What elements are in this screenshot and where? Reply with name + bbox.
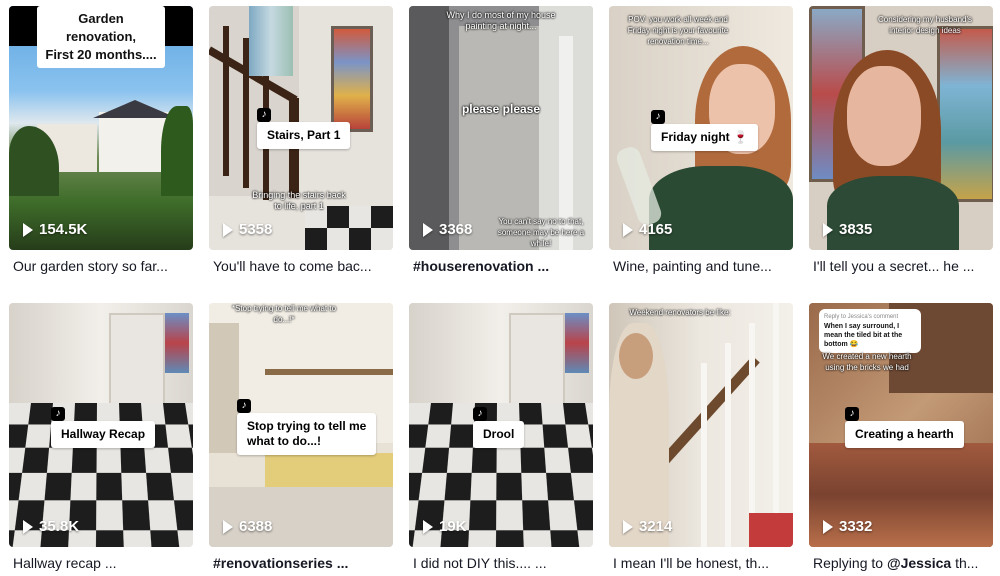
video-banner: Stop trying to tell me what to do...! <box>237 413 377 455</box>
video-caption[interactable]: Wine, painting and tune... <box>613 258 793 274</box>
video-thumbnail[interactable]: ♪ Stairs, Part 1 Bringing the stairs bac… <box>209 6 393 250</box>
video-banner: Friday night 🍷 <box>651 124 758 151</box>
video-overlay-title: Garden renovation, First 20 months.... <box>37 6 165 68</box>
view-count: 3332 <box>823 518 872 535</box>
video-caption[interactable]: Hallway recap ... <box>13 555 193 571</box>
play-icon <box>223 519 233 534</box>
view-count: 4165 <box>623 221 672 238</box>
video-thumbnail[interactable]: Weekend renovators be like: 3214 <box>609 303 793 547</box>
view-count: 19K <box>423 518 467 535</box>
video-mid-text: please please <box>461 102 541 116</box>
video-card-3[interactable]: Why I do most of my house painting at ni… <box>409 6 593 274</box>
tiktok-icon: ♪ <box>651 110 665 124</box>
video-top-text: *Stop trying to tell me what to do...!* <box>231 304 337 324</box>
view-count: 3214 <box>623 518 672 535</box>
video-banner: Hallway Recap <box>51 421 156 448</box>
video-card-6[interactable]: ♪ Hallway Recap 35.8K Hallway recap ... <box>9 303 193 571</box>
tiktok-icon: ♪ <box>845 407 859 421</box>
view-count: 3835 <box>823 221 872 238</box>
view-count: 154.5K <box>23 221 87 238</box>
video-overlay-text: We created a new hearth using the bricks… <box>822 352 912 372</box>
view-count: 35.8K <box>23 518 79 535</box>
video-subtext: Bringing the stairs back to life, part 1 <box>252 190 346 211</box>
video-thumbnail[interactable]: *Stop trying to tell me what to do...!* … <box>209 303 393 547</box>
video-card-5[interactable]: Considering my husband's interior design… <box>809 6 993 274</box>
reply-title: Reply to Jessica's comment <box>824 314 899 320</box>
video-thumbnail[interactable]: Why I do most of my house painting at ni… <box>409 6 593 250</box>
play-icon <box>223 222 233 237</box>
video-card-7[interactable]: *Stop trying to tell me what to do...!* … <box>209 303 393 571</box>
video-thumbnail[interactable]: ♪ Drool 19K <box>409 303 593 547</box>
video-caption[interactable]: You'll have to come bac... <box>213 258 393 274</box>
video-caption[interactable]: I did not DIY this.... ... <box>413 555 593 571</box>
video-card-1[interactable]: Garden renovation, First 20 months.... 1… <box>9 6 193 274</box>
play-icon <box>623 519 633 534</box>
play-icon <box>423 222 433 237</box>
video-banner: Stairs, Part 1 <box>257 122 351 149</box>
video-card-2[interactable]: ♪ Stairs, Part 1 Bringing the stairs bac… <box>209 6 393 274</box>
play-icon <box>23 519 33 534</box>
video-thumbnail[interactable]: Reply to Jessica's comment When I say su… <box>809 303 993 547</box>
video-card-10[interactable]: Reply to Jessica's comment When I say su… <box>809 303 993 571</box>
play-icon <box>623 222 633 237</box>
video-caption[interactable]: Replying to @Jessica th... <box>813 555 993 571</box>
mention-link[interactable]: @Jessica <box>887 555 951 571</box>
play-icon <box>423 519 433 534</box>
video-thumbnail[interactable]: Garden renovation, First 20 months.... 1… <box>9 6 193 250</box>
video-thumbnail[interactable]: POV: you work all week and Friday night … <box>609 6 793 250</box>
video-banner: Creating a hearth <box>845 421 964 448</box>
video-caption[interactable]: I mean I'll be honest, th... <box>613 555 793 571</box>
video-caption[interactable]: Our garden story so far... <box>13 258 193 274</box>
video-caption[interactable]: I'll tell you a secret... he ... <box>813 258 993 274</box>
view-count: 5358 <box>223 221 272 238</box>
reply-text: When I say surround, I mean the tiled bi… <box>824 323 903 348</box>
video-banner: Drool <box>473 421 525 448</box>
video-caption[interactable]: #renovationseries ... <box>213 555 393 571</box>
video-card-9[interactable]: Weekend renovators be like: 3214 I mean … <box>609 303 793 571</box>
video-caption[interactable]: #houserenovation ... <box>413 258 593 274</box>
view-count: 6388 <box>223 518 272 535</box>
play-icon <box>823 519 833 534</box>
play-icon <box>823 222 833 237</box>
video-top-text: Considering my husband's interior design… <box>877 15 973 35</box>
caption-suffix: th... <box>951 555 979 571</box>
play-icon <box>23 222 33 237</box>
video-thumbnail[interactable]: ♪ Hallway Recap 35.8K <box>9 303 193 547</box>
view-count: 3368 <box>423 221 472 238</box>
tiktok-icon: ♪ <box>473 407 487 421</box>
tiktok-icon: ♪ <box>257 108 271 122</box>
video-card-8[interactable]: ♪ Drool 19K I did not DIY this.... ... <box>409 303 593 571</box>
video-card-4[interactable]: POV: you work all week and Friday night … <box>609 6 793 274</box>
video-bottom-text: You can't say no to that, someone may be… <box>497 217 585 248</box>
video-top-text: POV: you work all week and Friday night … <box>627 15 729 46</box>
video-top-text: Why I do most of my house painting at ni… <box>446 10 556 31</box>
caption-prefix: Replying to <box>813 555 887 571</box>
video-top-text: Weekend renovators be like: <box>629 308 731 317</box>
tiktok-icon: ♪ <box>237 399 251 413</box>
comment-reply-bubble: Reply to Jessica's comment When I say su… <box>819 309 921 353</box>
video-thumbnail[interactable]: Considering my husband's interior design… <box>809 6 993 250</box>
tiktok-icon: ♪ <box>51 407 65 421</box>
